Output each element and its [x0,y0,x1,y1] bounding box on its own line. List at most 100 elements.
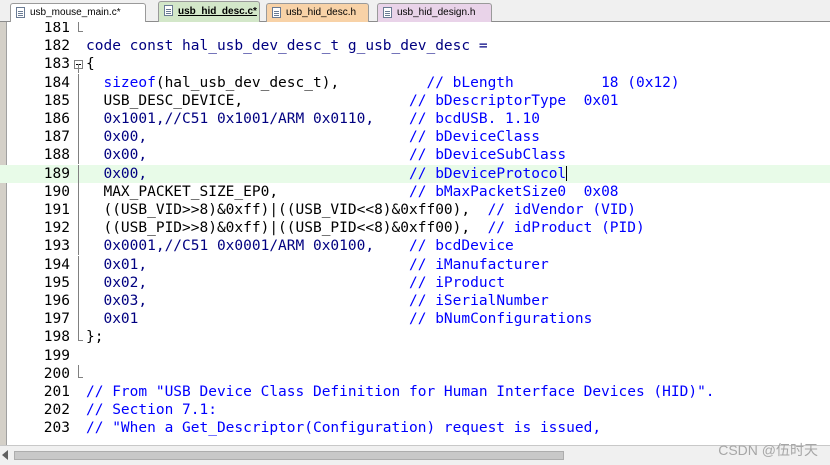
code-line[interactable]: 181 [0,22,830,37]
fold-marker [73,128,85,147]
code-token: // bDescriptorType 0x01 [409,92,619,109]
scroll-left-arrow-icon[interactable] [2,450,8,460]
code-line[interactable]: 194 0x01, // iManufacturer [0,255,830,274]
code-line[interactable]: 199 [0,347,830,365]
fold-guide [78,292,79,310]
code-line[interactable]: 197 0x01 // bNumConfigurations [0,310,830,329]
fold-marker [73,255,85,274]
code-line[interactable]: 190 MAX_PACKET_SIZE_EP0, // bMaxPacketSi… [0,182,830,201]
fold-marker[interactable] [73,55,85,74]
code-token: code const hal_usb_dev_desc_t g_usb_dev_… [86,38,488,55]
code-token: MAX_PACKET_SIZE_EP0, [86,183,410,200]
line-number: 202 [43,402,70,419]
code-line[interactable]: 191 ((USB_VID>>8)&0xff)|((USB_VID<<8)&0x… [0,201,830,219]
tab-usb-mouse-main-c[interactable]: usb_mouse_main.c* [10,3,146,22]
line-number: 186 [43,111,70,127]
code-token: // bLength 18 (0x12) [426,74,680,91]
fold-guide [78,91,79,110]
code-line[interactable]: 184 sizeof(hal_usb_dev_desc_t), // bLeng… [0,73,830,92]
code-line[interactable]: 185 USB_DESC_DEVICE, // bDescriptorType … [0,91,830,110]
code-token: // "When a Get_Descriptor(Configuration)… [86,420,602,437]
line-number: 203 [43,420,70,437]
code-token: }; [86,329,104,346]
code-text: sizeof(hal_usb_dev_desc_t), // bLength 1… [86,74,680,92]
fold-guide [78,364,79,377]
code-line[interactable]: 182 code const hal_usb_dev_desc_t g_usb_d… [0,37,830,55]
fold-guide [78,22,79,31]
fold-marker [73,164,85,183]
code-text: }; [86,328,103,346]
fold-marker [73,401,85,419]
line-number: 198 [43,329,70,346]
code-token: USB_DESC_DEVICE, [86,92,410,109]
line-number: 187 [43,129,70,146]
fold-marker [73,292,85,310]
tab-label: usb_mouse_main.c* [30,7,121,18]
code-line[interactable]: 193 0x0001,//C51 0x0001/ARM 0x0100, // b… [0,237,830,256]
fold-guide [78,64,79,74]
fold-guide [78,146,79,165]
code-line[interactable]: 186 0x1001,//C51 0x1001/ARM 0x0110, // b… [0,110,830,128]
tab-usb-hid-desc-h[interactable]: usb_hid_desc.h [266,3,369,22]
tab-usb-hid-desc-c[interactable]: usb_hid_desc.c* [158,1,260,22]
code-token: // bMaxPacketSize0 0x08 [409,183,619,200]
code-text: 0x03, // iSerialNumber [86,292,548,310]
horizontal-scrollbar[interactable] [0,445,830,465]
code-line[interactable]: 192 ((USB_PID>>8)&0xff)|((USB_PID<<8)&0x… [0,219,830,238]
line-number: 194 [43,256,70,273]
code-line[interactable]: 201 // From "USB Device Class Definition … [0,383,830,401]
code-token: // iManufacturer [409,256,549,273]
code-token: (hal_usb_dev_desc_t), [155,74,427,91]
fold-marker [73,237,85,256]
code-token: // idVendor (VID) [487,202,636,218]
code-editor[interactable]: 181 182 code const hal_usb_dev_desc_t g_us… [0,22,830,445]
fold-marker [73,110,85,128]
code-token: // idProduct (PID) [487,220,645,237]
code-text: // From "USB Device Class Definition for… [86,383,715,401]
code-line[interactable]: 189 0x00, // bDeviceProtocol [0,164,830,183]
code-line[interactable]: 203 // "When a Get_Descriptor(Configurati… [0,419,830,437]
file-icon [383,7,392,18]
code-line[interactable]: 183 { [0,55,830,74]
code-token: // bDeviceSubClass [409,147,567,164]
fold-marker [73,146,85,165]
scrollbar-thumb[interactable] [14,451,564,460]
line-number: 193 [43,238,70,255]
code-token: // bNumConfigurations [409,311,593,328]
code-token: { [86,56,95,73]
line-number: 185 [43,92,70,109]
fold-marker [73,37,85,55]
code-token: // Section 7.1: [86,402,217,419]
tab-usb-hid-design-h[interactable]: usb_hid_design.h [377,3,492,22]
code-token: ((USB_PID>>8)&0xff)|((USB_PID<<8)&0xff00… [86,220,488,237]
code-token: 0x1001,//C51 0x1001/ARM 0x0110, [86,111,410,127]
line-number: 200 [43,365,70,382]
line-number: 183 [43,56,70,73]
code-line[interactable]: 195 0x02, // iProduct [0,273,830,292]
watermark: CSDN @伍时天 [718,442,818,458]
fold-guide [78,128,79,147]
code-text: { [86,55,95,73]
line-number: 181 [43,22,70,36]
code-text: // Section 7.1: [86,401,217,419]
line-number: 190 [43,183,70,200]
code-text: // "When a Get_Descriptor(Configuration)… [86,419,601,437]
tab-label: usb_hid_desc.c* [178,6,257,17]
code-text: ((USB_PID>>8)&0xff)|((USB_PID<<8)&0xff00… [86,219,645,237]
code-text: 0x00, // bDeviceSubClass [86,146,566,164]
code-token: 0x0001,//C51 0x0001/ARM 0x0100, [86,238,410,255]
code-text: ((USB_VID>>8)&0xff)|((USB_VID<<8)&0xff00… [86,201,636,219]
fold-end-tick [78,376,83,378]
code-text: code const hal_usb_dev_desc_t g_usb_dev_… [86,37,488,55]
code-line[interactable]: 200 [0,364,830,383]
tab-bar: usb_mouse_main.c* usb_hid_desc.c* usb_hid_… [0,0,830,22]
code-line[interactable]: 198}; [0,328,830,346]
file-icon [16,7,25,18]
code-line[interactable]: 202 // Section 7.1: [0,401,830,419]
code-token: 0x03, [86,293,410,309]
line-number: 189 [43,165,70,182]
tab-label: usb_hid_desc.h [286,7,357,18]
code-line[interactable]: 196 0x03, // iSerialNumber [0,292,830,310]
code-line[interactable]: 187 0x00, // bDeviceClass [0,128,830,147]
code-line[interactable]: 188 0x00, // bDeviceSubClass [0,146,830,165]
